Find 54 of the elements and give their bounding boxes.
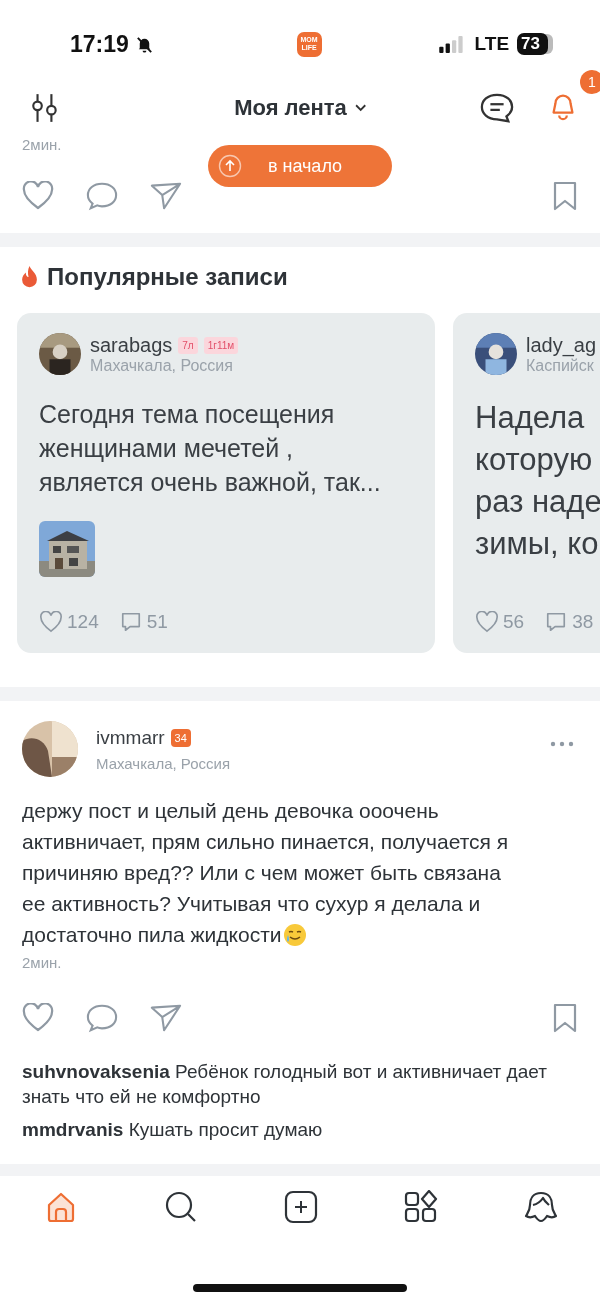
comment: suhvnovaksenia Ребёнок голодный вот и активничает дает знать что ей не комфортно: [22, 1060, 548, 1109]
share-icon[interactable]: [150, 181, 182, 211]
add-tab[interactable]: [282, 1188, 320, 1226]
post-text-line: является очень важной, так...: [39, 467, 382, 498]
post-text-line: зимы, ко: [475, 525, 600, 563]
post-text-line: держу пост и целый день девочка ооочень: [22, 798, 439, 824]
more-options-icon[interactable]: [550, 741, 574, 747]
post-text-line: достаточно пила жидкости: [22, 922, 282, 948]
comment: mmdrvanis Кушать просит думаю: [22, 1118, 324, 1142]
post-text-line: Сегодня тема посещения: [39, 399, 336, 430]
smiling-tear-emoji-icon: [282, 922, 307, 947]
share-icon[interactable]: [150, 1003, 182, 1033]
like-count: 56: [503, 611, 525, 633]
post-card[interactable]: lady_ag Каспийск Надела которую раз наде зимы, ко 56 38: [453, 313, 600, 653]
feed-selector[interactable]: Моя лента: [228, 94, 372, 122]
post-text-line: причиняю вред?? Или с чем может быть связана: [22, 860, 501, 886]
like-icon[interactable]: [22, 1003, 54, 1033]
chat-icon[interactable]: [480, 92, 514, 124]
location: Махачкала, Россия: [96, 754, 232, 772]
post-time: 2мин.: [22, 954, 63, 971]
bookmark-icon[interactable]: [552, 181, 578, 211]
post-text-line: женщинами мечетей ,: [39, 433, 295, 464]
location: Каспийск: [526, 356, 594, 375]
like-icon[interactable]: [475, 611, 499, 633]
post-time: 2мин.: [22, 136, 63, 153]
age-badge: 7л: [178, 336, 198, 354]
age-badge: 34: [170, 728, 191, 747]
status-time: 17:19: [70, 30, 129, 58]
post-text-line: активничает, прям сильно пинается, получается я: [22, 829, 509, 855]
username[interactable]: ivmmarr: [96, 726, 165, 749]
section-title: Популярные записи: [47, 263, 288, 291]
arrow-up-icon: [218, 154, 242, 178]
post-text-line: ее активность? Учитывая что сухур я делала и: [22, 891, 481, 917]
comment-icon[interactable]: [86, 181, 118, 211]
post-text-line: раз наде: [475, 483, 600, 521]
location: Махачкала, Россия: [90, 356, 234, 375]
username[interactable]: sarabags: [90, 333, 173, 357]
notification-count-badge: 1: [580, 70, 600, 94]
like-count: 124: [67, 611, 99, 633]
post-text-line: Надела: [475, 399, 586, 437]
comment-count: 51: [146, 611, 168, 633]
muted-bell-icon: [134, 34, 154, 54]
bookmark-icon[interactable]: [552, 1003, 578, 1033]
comment-count: 38: [572, 611, 594, 633]
network-label: LTE: [474, 33, 510, 55]
comment-icon[interactable]: [86, 1003, 118, 1033]
post-text-line: которую: [475, 441, 594, 479]
username[interactable]: lady_ag: [526, 333, 597, 357]
age-badge: 1г11м: [203, 336, 239, 354]
like-icon[interactable]: [22, 181, 54, 211]
fire-icon: [20, 265, 39, 289]
post-card[interactable]: sarabags 7л 1г11м Махачкала, Россия Сегодня тема посещения женщинами мечетей , является очень важной, так... 124 51: [17, 313, 435, 653]
chevron-icon: [354, 104, 366, 112]
like-icon[interactable]: [39, 611, 63, 633]
